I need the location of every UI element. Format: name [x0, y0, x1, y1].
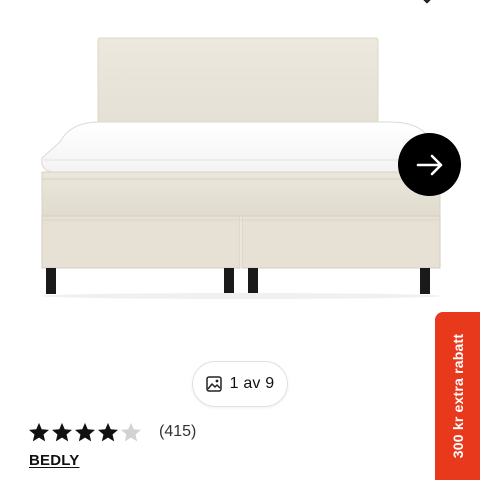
bed-leg [248, 268, 258, 294]
gallery-counter-text: 1 av 9 [229, 375, 275, 392]
promo-label: 300 kr extra rabatt [449, 333, 466, 459]
gallery-counter[interactable]: 1 av 9 [192, 361, 288, 407]
headboard [97, 37, 379, 137]
star-filled-icon [98, 422, 118, 442]
review-count: (415) [159, 423, 197, 440]
next-image-button[interactable] [398, 133, 461, 196]
bed-base-left [41, 215, 241, 269]
product-image [41, 37, 441, 299]
star-rating [28, 422, 143, 442]
star-filled-icon [29, 422, 49, 442]
arrow-right-icon [416, 154, 442, 175]
star-filled-icon [75, 422, 95, 442]
brand-link[interactable]: BEDLY [29, 452, 79, 469]
star-filled-icon [52, 422, 72, 442]
image-icon [205, 376, 222, 392]
star-empty-icon [121, 422, 141, 442]
bed-leg [420, 268, 430, 294]
bed-leg [46, 268, 56, 294]
bed-base-right [241, 215, 441, 269]
rating[interactable]: (415) [28, 420, 196, 444]
heart-icon[interactable] [412, 0, 442, 10]
bed-leg [224, 268, 234, 294]
promo-tab[interactable]: 300 kr extra rabatt [435, 312, 480, 480]
mattress-topper [41, 121, 439, 173]
